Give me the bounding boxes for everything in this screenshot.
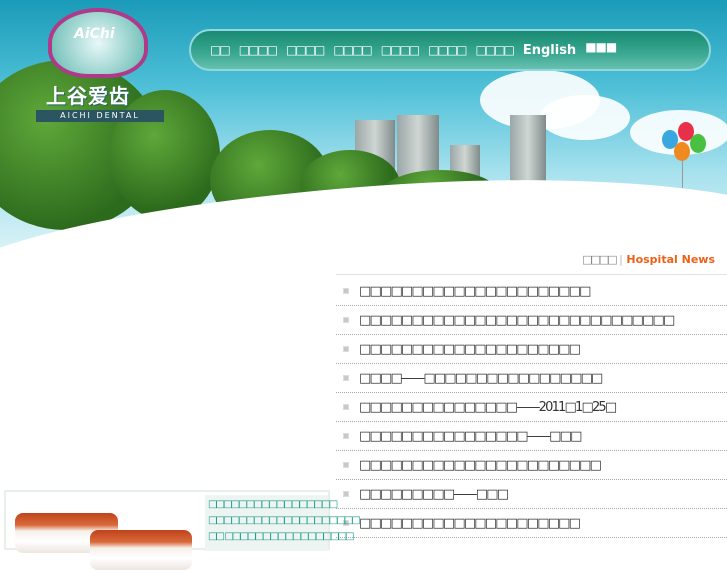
nav-item-extra[interactable]: ■■■ bbox=[585, 40, 617, 54]
news-list: □□□□□□□□□□□□□□□□□□□□□□ □□□□□□□□□□□□□□□□□… bbox=[336, 277, 727, 538]
bullet-icon bbox=[343, 433, 349, 439]
main-nav: □□ □□□□ □□□□ □□□□ □□□□ □□□□ □□□□ English… bbox=[189, 29, 711, 71]
nav-item-4[interactable]: □□□□ bbox=[333, 43, 372, 57]
promo-box[interactable]: □□□□□□□□□□□□□□□□□ □□□□□□□□□□□□□□□□□□□□ □… bbox=[4, 490, 361, 570]
logo[interactable]: AiChi 上谷爱齿 AICHI DENTAL bbox=[36, 8, 164, 126]
news-item[interactable]: □□□□□□□□□□□□□□□□——□□□ bbox=[336, 422, 727, 451]
news-link[interactable]: □□□□□□□□□□□□□□□□□□□□□□ bbox=[359, 284, 591, 299]
news-item[interactable]: □□□□□□□□□□□□□□□□□□□□□ bbox=[336, 509, 727, 538]
news-link[interactable]: □□□□□□□□□□□□□□□□□□□□□□□ bbox=[359, 458, 602, 473]
nav-item-6[interactable]: □□□□ bbox=[428, 43, 467, 57]
news-link[interactable]: □□□□——□□□□□□□□□□□□□□□□□ bbox=[359, 371, 603, 386]
nav-item-home[interactable]: □□ bbox=[210, 43, 231, 57]
bullet-icon bbox=[343, 462, 349, 468]
nav-item-7[interactable]: □□□□ bbox=[475, 43, 514, 57]
news-link[interactable]: □□□□□□□□□□□□□□□□□□□□□□□□□□□□□□ bbox=[359, 313, 675, 328]
bullet-icon bbox=[343, 491, 349, 497]
news-section-header: □□□□ | Hospital News bbox=[582, 253, 715, 266]
nav-item-2[interactable]: □□□□ bbox=[239, 43, 278, 57]
promo-line: □□□□□□□□□□□□□□□□□ bbox=[208, 499, 338, 510]
nav-item-3[interactable]: □□□□ bbox=[286, 43, 325, 57]
bullet-icon bbox=[343, 375, 349, 381]
bullet-icon bbox=[343, 288, 349, 294]
nav-item-english[interactable]: English bbox=[523, 43, 576, 58]
news-item[interactable]: □□□□□□□□□——□□□ bbox=[336, 480, 727, 509]
news-item[interactable]: □□□□——□□□□□□□□□□□□□□□□□ bbox=[336, 364, 727, 393]
news-item[interactable]: □□□□□□□□□□□□□□□——2011□1□25□ bbox=[336, 393, 727, 422]
logo-brand-cn: 上谷爱齿 bbox=[46, 84, 130, 108]
promo-text: □□□□□□□□□□□□□□□□□ □□□□□□□□□□□□□□□□□□□□ □… bbox=[205, 495, 361, 551]
news-link[interactable]: □□□□□□□□□□□□□□□□□□□□□ bbox=[359, 516, 581, 531]
promo-line: □□□□□□□□□□□□□□□□□□□□ bbox=[208, 515, 361, 526]
news-title-cn: □□□□ bbox=[582, 253, 618, 266]
news-link[interactable]: □□□□□□□□□□□□□□□——2011□1□25□ bbox=[359, 400, 617, 415]
news-link[interactable]: □□□□□□□□□□□□□□□□——□□□ bbox=[359, 429, 582, 444]
bullet-icon bbox=[343, 317, 349, 323]
news-item[interactable]: □□□□□□□□□□□□□□□□□□□□□□□ bbox=[336, 451, 727, 480]
news-item[interactable]: □□□□□□□□□□□□□□□□□□□□□□□□□□□□□□ bbox=[336, 306, 727, 335]
news-item[interactable]: □□□□□□□□□□□□□□□□□□□□□ bbox=[336, 335, 727, 364]
news-item[interactable]: □□□□□□□□□□□□□□□□□□□□□□ bbox=[336, 277, 727, 306]
logo-tagline: AICHI DENTAL bbox=[36, 110, 164, 122]
bullet-icon bbox=[343, 346, 349, 352]
news-link[interactable]: □□□□□□□□□□□□□□□□□□□□□ bbox=[359, 342, 581, 357]
divider bbox=[336, 274, 727, 275]
logo-brand-en: AiChi bbox=[74, 26, 115, 42]
separator: | bbox=[619, 253, 623, 266]
nav-item-5[interactable]: □□□□ bbox=[381, 43, 420, 57]
teeth-image bbox=[90, 530, 192, 570]
news-link[interactable]: □□□□□□□□□——□□□ bbox=[359, 487, 509, 502]
tooth-logo-icon bbox=[48, 8, 148, 78]
news-title-en[interactable]: Hospital News bbox=[626, 253, 715, 266]
bullet-icon bbox=[343, 404, 349, 410]
promo-line: □□ □□□□□□□□□□□□□□□□□ bbox=[208, 531, 355, 542]
